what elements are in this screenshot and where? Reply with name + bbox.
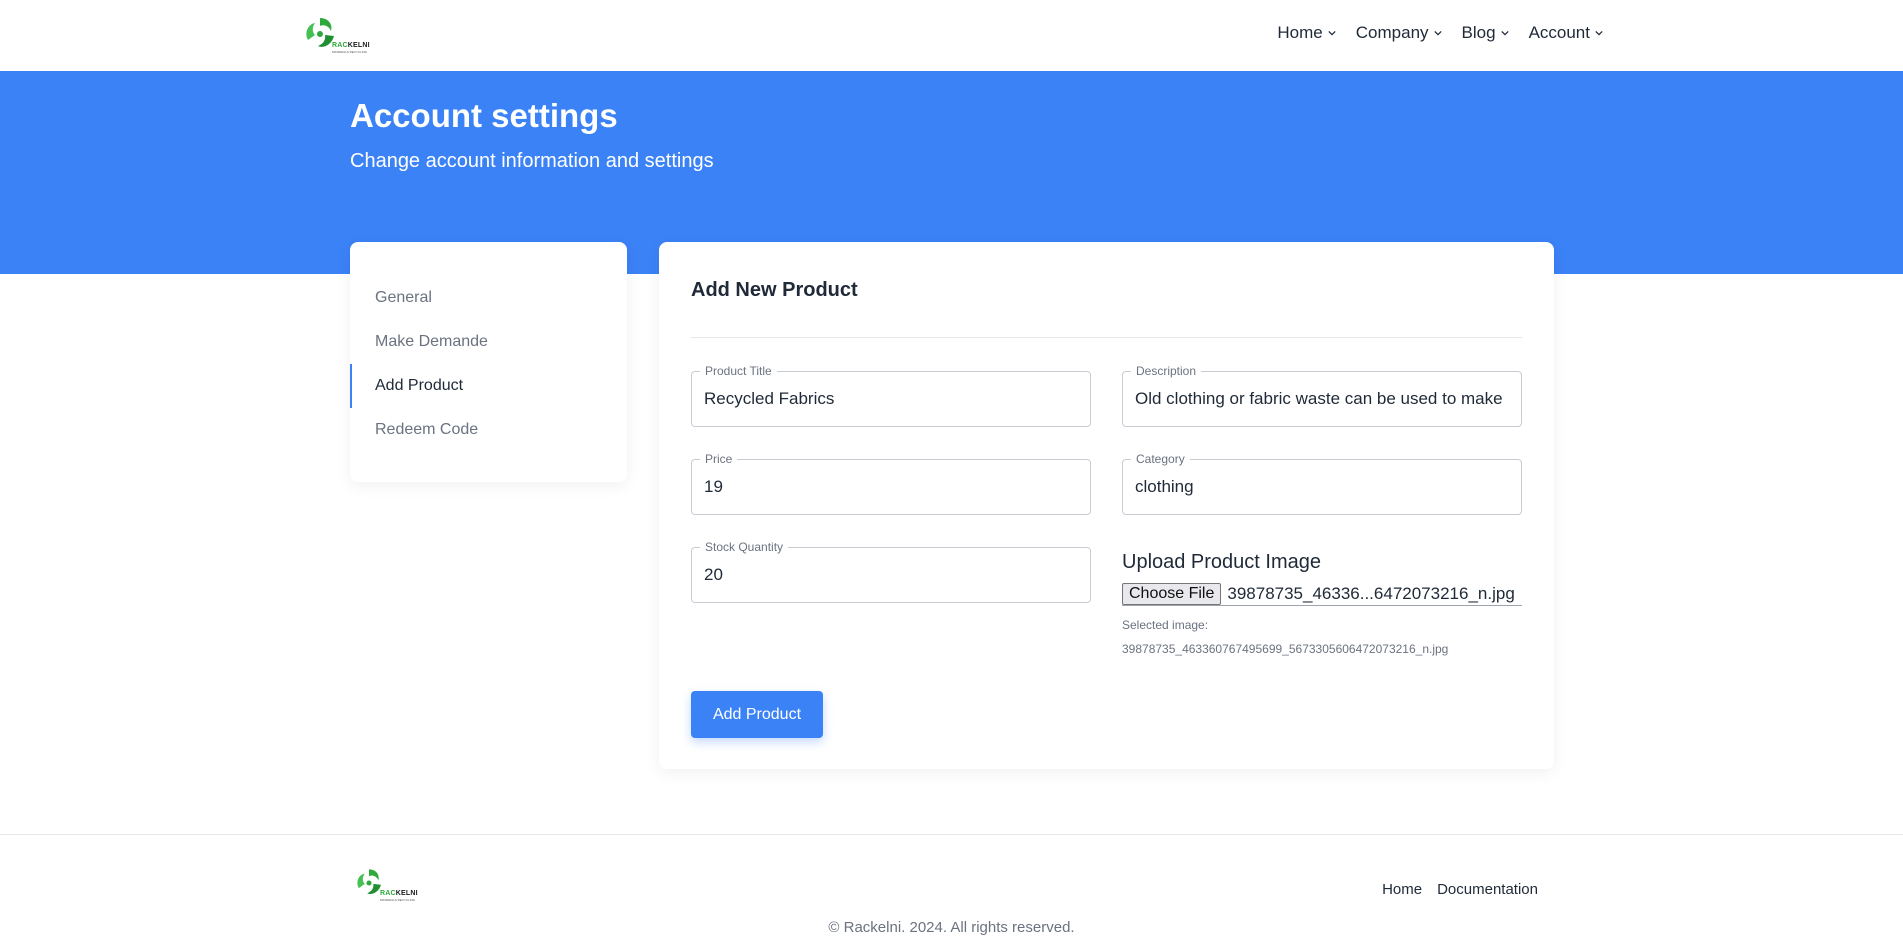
category-label: Category xyxy=(1131,452,1190,466)
chevron-down-icon xyxy=(1595,30,1603,36)
nav-company[interactable]: Company xyxy=(1356,23,1442,43)
price-input[interactable] xyxy=(704,477,1080,497)
product-title-input[interactable] xyxy=(704,389,1080,409)
stock-quantity-field: Stock Quantity xyxy=(691,540,1091,603)
chosen-file-name: 39878735_46336...6472073216_n.jpg xyxy=(1227,583,1515,603)
price-label: Price xyxy=(700,452,738,466)
selected-image-label: Selected image: xyxy=(1122,618,1209,632)
main-nav: Home Company Blog Account xyxy=(1277,23,1603,43)
footer-logo-wordmark: RACKELNI xyxy=(380,890,418,897)
description-label: Description xyxy=(1131,364,1202,378)
chevron-down-icon xyxy=(1500,30,1509,36)
footer-link-home[interactable]: Home xyxy=(1382,881,1422,898)
price-field: Price xyxy=(691,452,1091,515)
description-field: Description xyxy=(1122,364,1522,427)
selected-image-filename: 39878735_463360767495699_567330560647207… xyxy=(1122,642,1449,656)
settings-sidebar: General Make Demande Add Product Redeem … xyxy=(350,242,627,482)
category-field: Category xyxy=(1122,452,1522,515)
top-navbar: RACKELNI MATERIALS RECYCLING Home Compan… xyxy=(0,0,1903,71)
product-title-field: Product Title xyxy=(691,364,1091,427)
page-title: Account settings xyxy=(350,97,618,134)
sidebar-item-add-product[interactable]: Add Product xyxy=(350,364,627,408)
chevron-down-icon xyxy=(1433,30,1442,36)
stock-quantity-label: Stock Quantity xyxy=(700,540,789,554)
sidebar-item-redeem-code[interactable]: Redeem Code xyxy=(350,408,627,452)
add-product-button[interactable]: Add Product xyxy=(691,691,823,738)
stock-quantity-input[interactable] xyxy=(704,565,1080,585)
add-product-card: Add New Product Product Title Descriptio… xyxy=(659,242,1554,769)
product-title-label: Product Title xyxy=(700,364,777,378)
file-upload-input[interactable]: Choose File 39878735_46336...6472073216_… xyxy=(1122,582,1522,606)
footer-logo-tagline: MATERIALS RECYCLING xyxy=(380,898,416,902)
choose-file-button[interactable]: Choose File xyxy=(1122,582,1222,605)
chevron-down-icon xyxy=(1328,30,1336,36)
rackelni-logo[interactable]: RACKELNI MATERIALS RECYCLING xyxy=(300,14,372,56)
description-input[interactable] xyxy=(1135,389,1511,409)
category-input[interactable] xyxy=(1135,477,1511,497)
logo-tagline: MATERIALS RECYCLING xyxy=(332,50,368,54)
sidebar-item-make-demande[interactable]: Make Demande xyxy=(350,320,627,364)
copyright-text: © Rackelni. 2024. All rights reserved. xyxy=(828,919,1075,936)
sidebar-item-general[interactable]: General xyxy=(350,276,627,320)
nav-blog[interactable]: Blog xyxy=(1462,23,1509,43)
form-title: Add New Product xyxy=(691,279,858,301)
footer-links: Home Documentation xyxy=(1382,881,1538,898)
logo-wordmark: RACKELNI xyxy=(332,42,370,49)
upload-image-title: Upload Product Image xyxy=(1122,551,1322,573)
nav-account[interactable]: Account xyxy=(1529,23,1603,43)
footer: RACKELNI MATERIALS RECYCLING Home Docume… xyxy=(0,834,1903,948)
footer-logo[interactable]: RACKELNI MATERIALS RECYCLING xyxy=(352,866,418,904)
divider xyxy=(691,337,1522,338)
footer-link-documentation[interactable]: Documentation xyxy=(1437,881,1538,898)
page-subtitle: Change account information and settings xyxy=(350,150,714,172)
nav-home[interactable]: Home xyxy=(1277,23,1336,43)
